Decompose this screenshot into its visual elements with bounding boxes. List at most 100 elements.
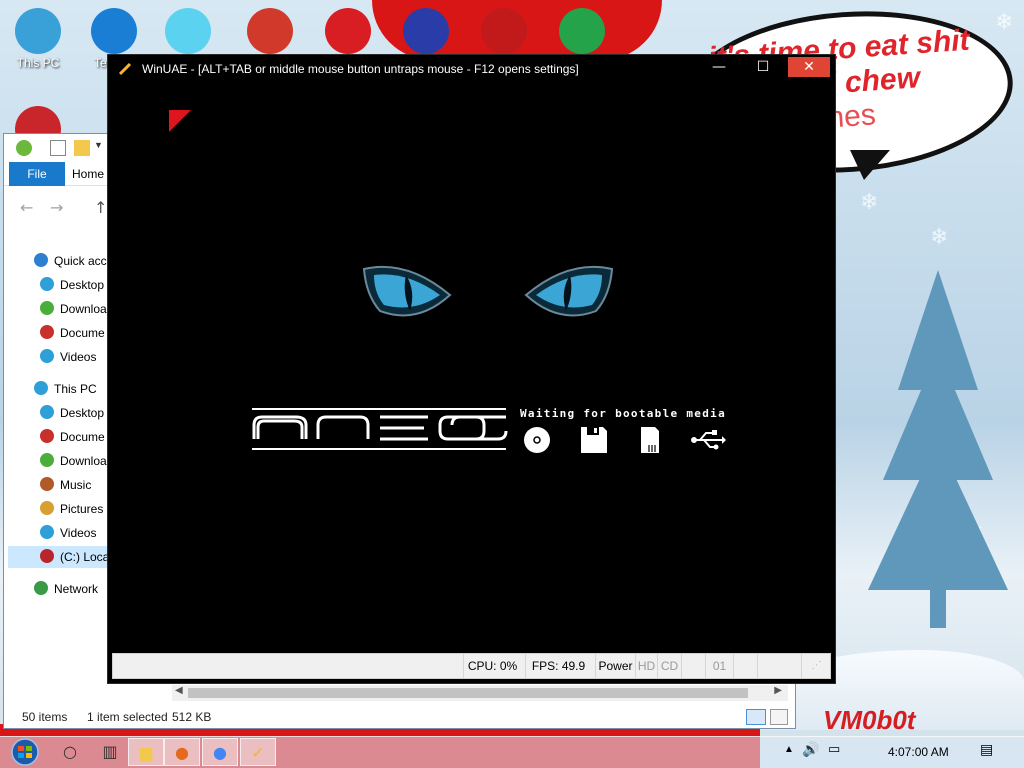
angry-bird-icon — [325, 8, 371, 54]
scroll-right-icon[interactable]: ▶ — [774, 685, 782, 696]
details-view-icon[interactable] — [746, 709, 766, 725]
resize-grip-icon[interactable]: ⋰ — [801, 654, 831, 678]
nav-item[interactable]: Docume — [4, 322, 110, 344]
scroll-left-icon[interactable]: ◀ — [175, 685, 183, 696]
desktop-shortcut[interactable] — [158, 8, 218, 56]
properties-icon[interactable] — [50, 140, 66, 156]
diamond-icon — [165, 8, 211, 54]
nav-item[interactable]: Videos — [4, 346, 110, 368]
drive-led[interactable]: 01 — [705, 654, 733, 678]
nav-item[interactable]: This PC — [4, 378, 110, 400]
nav-item[interactable]: Docume — [4, 426, 110, 448]
nav-item[interactable]: (C:) Loca — [8, 546, 114, 568]
nav-item[interactable]: Pictures — [4, 498, 110, 520]
nav-item-label: Docume — [60, 326, 105, 340]
nav-item[interactable]: Desktop — [4, 274, 110, 296]
nav-item[interactable]: Network — [4, 578, 110, 600]
floppy-led[interactable] — [681, 654, 705, 678]
power-led[interactable]: Power — [595, 654, 635, 678]
nav-item[interactable]: Downloa — [4, 450, 110, 472]
maximize-button[interactable]: ☐ — [742, 57, 784, 77]
boot-status-text: Waiting for bootable media — [520, 407, 726, 420]
desktop-icon — [40, 277, 54, 291]
search-icon[interactable]: ○ — [52, 738, 88, 766]
forward-arrow-icon[interactable]: → — [50, 198, 63, 217]
drive-led-empty[interactable] — [733, 654, 757, 678]
nav-item[interactable]: Downloa — [4, 298, 110, 320]
new-folder-icon[interactable] — [74, 140, 90, 156]
taskbar-clock[interactable]: 4:07:00 AM — [888, 745, 949, 759]
window-title: WinUAE - [ALT+TAB or middle mouse button… — [142, 62, 579, 76]
tab-home[interactable]: Home — [72, 162, 104, 186]
file-explorer-icon[interactable]: ▆ — [128, 738, 164, 766]
nav-item-label: Downloa — [60, 302, 107, 316]
right-eye-icon — [524, 265, 614, 317]
cd-icon — [524, 427, 550, 453]
hd-led[interactable]: HD — [635, 654, 657, 678]
selection-count: 1 item selected — [87, 710, 168, 724]
explorer-app-icon — [16, 140, 32, 156]
gift-icon — [481, 8, 527, 54]
nav-item-label: This PC — [54, 382, 97, 396]
horizontal-scrollbar[interactable]: ◀ ▶ — [172, 685, 788, 701]
large-icons-view-icon[interactable] — [770, 709, 788, 725]
nav-item[interactable]: Quick acce — [4, 250, 114, 272]
winuae-icon[interactable]: ✓ — [240, 738, 276, 766]
winuae-titlebar[interactable]: WinUAE - [ALT+TAB or middle mouse button… — [108, 55, 835, 83]
cd-led[interactable]: CD — [657, 654, 681, 678]
sd-card-icon — [641, 427, 659, 453]
floppy-icon — [581, 427, 607, 453]
chrome-icon[interactable]: ● — [202, 738, 238, 766]
p-logo-icon — [247, 8, 293, 54]
desktop-shortcut[interactable] — [474, 8, 534, 56]
speech-bubble-tail — [850, 150, 890, 180]
action-center-icon[interactable]: ▤ — [980, 742, 993, 758]
downloads-icon — [40, 301, 54, 315]
this-pc-icon — [15, 8, 61, 54]
nav-item[interactable]: Music — [4, 474, 110, 496]
desktop-shortcut-label: This PC — [16, 56, 60, 70]
item-count: 50 items — [22, 710, 68, 724]
ornament-icon — [403, 8, 449, 54]
explorer-status-bar: 50 items 1 item selected 512 KB — [4, 705, 795, 729]
cpu-usage: CPU: 0% — [463, 654, 521, 678]
nav-item-label: Pictures — [60, 502, 104, 516]
winuae-status-bar: CPU: 0% FPS: 49.9 Power HD CD 01 ⋰ — [112, 653, 831, 679]
desktop-shortcut[interactable] — [240, 8, 300, 56]
this-pc-icon — [34, 381, 48, 395]
downloads-icon — [40, 453, 54, 467]
firefox-icon[interactable]: ● — [164, 738, 200, 766]
nav-item-label: Videos — [60, 350, 97, 364]
nav-item-label: Videos — [60, 526, 97, 540]
network-icon[interactable]: ▭ — [828, 742, 840, 757]
game-icon — [559, 8, 605, 54]
videos-icon — [40, 349, 54, 363]
videos-icon — [40, 525, 54, 539]
star-icon — [34, 253, 48, 267]
show-hidden-icons-icon[interactable]: ▲ — [784, 744, 794, 755]
task-view-icon[interactable]: ▥ — [92, 738, 128, 766]
desktop-shortcut[interactable]: This PC — [8, 8, 68, 70]
minimize-button[interactable]: — — [698, 57, 740, 77]
wallpaper-signature: VM0b0t — [823, 705, 916, 735]
nav-item-label: Downloa — [60, 454, 107, 468]
left-eye-icon — [362, 265, 452, 317]
desktop-shortcut[interactable] — [318, 8, 378, 56]
tab-file[interactable]: File — [9, 162, 65, 186]
desktop-shortcut[interactable] — [396, 8, 456, 56]
status-cell-empty — [757, 654, 801, 678]
close-button[interactable]: ✕ — [788, 57, 830, 77]
nav-item[interactable]: Videos — [4, 522, 110, 544]
emulator-display[interactable]: Waiting for bootable media — [108, 83, 835, 653]
scrollbar-thumb[interactable] — [188, 688, 748, 698]
start-button[interactable] — [6, 738, 44, 766]
snowflake-icon: ❄ — [995, 10, 1014, 35]
volume-icon[interactable]: 🔊 — [802, 742, 819, 758]
desktop-shortcut[interactable] — [552, 8, 612, 56]
back-arrow-icon[interactable]: ← — [20, 198, 33, 217]
nav-item[interactable]: Desktop — [4, 402, 110, 424]
up-arrow-icon[interactable]: ↑ — [94, 198, 107, 217]
winuae-window[interactable]: WinUAE - [ALT+TAB or middle mouse button… — [107, 54, 836, 684]
nav-item-label: Quick acce — [54, 254, 114, 268]
red-corner-marker — [169, 110, 191, 132]
